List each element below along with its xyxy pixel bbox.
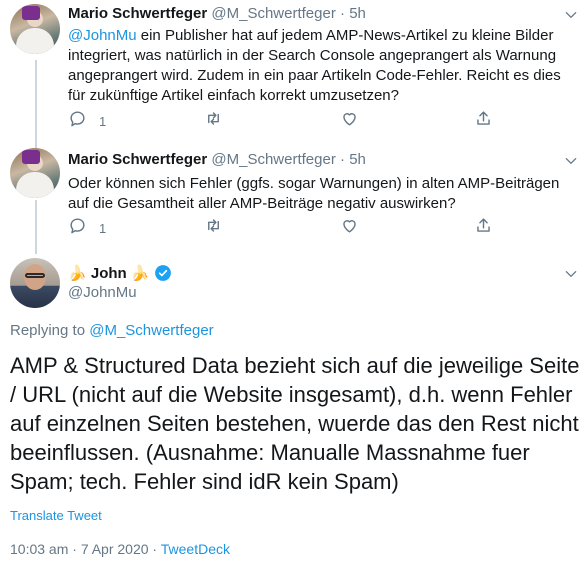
- like-icon: [340, 216, 359, 240]
- avatar[interactable]: [10, 148, 60, 198]
- reply-button[interactable]: 1: [68, 111, 106, 131]
- share-icon: [474, 109, 493, 133]
- replying-to: Replying to @M_Schwertfeger: [10, 322, 214, 339]
- avatar[interactable]: [10, 4, 60, 54]
- retweet-button[interactable]: [204, 218, 223, 238]
- like-button[interactable]: [340, 111, 359, 131]
- source-link[interactable]: TweetDeck: [161, 541, 230, 557]
- avatar[interactable]: [10, 258, 60, 308]
- separator: ·: [340, 5, 346, 22]
- share-button[interactable]: [474, 111, 493, 131]
- mention-link[interactable]: @JohnMu: [68, 27, 137, 44]
- author-name[interactable]: 🍌 John 🍌: [68, 264, 172, 282]
- author-name[interactable]: Mario Schwertfeger: [68, 151, 207, 168]
- author-name-text: John: [90, 264, 127, 282]
- tweet-time[interactable]: 5h: [349, 5, 366, 22]
- replying-to-link[interactable]: @M_Schwertfeger: [89, 322, 213, 339]
- tweet-actions: 1: [68, 111, 508, 131]
- main-tweet-text: AMP & Structured Data bezieht sich auf d…: [10, 353, 580, 494]
- tweet-time[interactable]: 5h: [349, 151, 366, 168]
- thread-tweet-1[interactable]: Mario Schwertfeger @M_Schwertfeger · 5h …: [0, 0, 588, 150]
- retweet-icon: [204, 216, 223, 240]
- caret-down-icon[interactable]: [564, 267, 578, 281]
- thread-tweet-2[interactable]: Mario Schwertfeger @M_Schwertfeger · 5h …: [0, 134, 588, 254]
- author-handle[interactable]: @M_Schwertfeger: [211, 151, 335, 168]
- reply-count: 1: [99, 113, 107, 129]
- caret-down-icon[interactable]: [564, 8, 578, 22]
- tweet-header: Mario Schwertfeger @M_Schwertfeger · 5h: [68, 151, 366, 168]
- banana-emoji: 🍌: [68, 265, 87, 282]
- share-button[interactable]: [474, 218, 493, 238]
- reply-icon: [68, 216, 87, 240]
- tweet-text: Oder können sich Fehler (ggfs. sogar War…: [68, 175, 560, 212]
- tweet-actions: 1: [68, 218, 508, 238]
- author-handle[interactable]: @JohnMu: [68, 284, 137, 301]
- separator: ·: [340, 151, 346, 168]
- retweet-button[interactable]: [204, 111, 223, 131]
- share-icon: [474, 216, 493, 240]
- reply-count: 1: [99, 220, 107, 236]
- tweet-header: Mario Schwertfeger @M_Schwertfeger · 5h: [68, 5, 366, 22]
- banana-emoji: 🍌: [130, 265, 150, 282]
- tweet-text: @JohnMu ein Publisher hat auf jedem AMP-…: [68, 27, 561, 104]
- tweet-meta: 10:03 am · 7 Apr 2020 · TweetDeck: [10, 541, 230, 557]
- author-name[interactable]: Mario Schwertfeger: [68, 5, 207, 22]
- like-icon: [340, 109, 359, 133]
- thread-line: [35, 134, 37, 144]
- translate-tweet-link[interactable]: Translate Tweet: [10, 508, 102, 523]
- thread-line: [35, 200, 37, 254]
- verified-badge-icon: [154, 264, 172, 282]
- reply-button[interactable]: 1: [68, 218, 106, 238]
- retweet-icon: [204, 109, 223, 133]
- author-handle[interactable]: @M_Schwertfeger: [211, 5, 335, 22]
- timestamp[interactable]: 10:03 am · 7 Apr 2020 ·: [10, 541, 157, 557]
- reply-icon: [68, 109, 87, 133]
- caret-down-icon[interactable]: [564, 154, 578, 168]
- like-button[interactable]: [340, 218, 359, 238]
